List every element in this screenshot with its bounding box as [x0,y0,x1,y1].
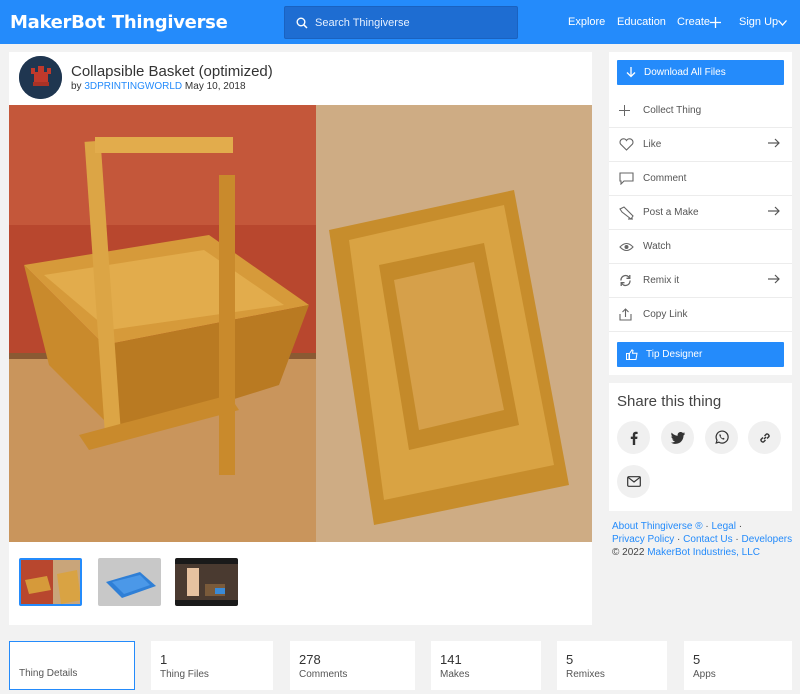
email-icon [626,476,641,487]
nav-create-label: Create [677,16,711,28]
post-a-make-button[interactable]: Post a Make [609,196,792,230]
developers-link[interactable]: Developers [742,534,793,545]
privacy-link[interactable]: Privacy Policy [612,534,674,545]
watch-button[interactable]: Watch [609,230,792,264]
search-icon [296,17,308,29]
whatsapp-icon [715,430,729,444]
twitter-icon [670,431,685,444]
arrow-right-icon[interactable] [768,274,780,284]
footer-separator: · [738,521,743,532]
tab-count: 278 [299,652,321,667]
download-all-files-button[interactable]: Download All Files [617,60,784,85]
tab-thing-files[interactable]: 1 Thing Files [151,641,273,690]
tab-makes[interactable]: 141 Makes [431,641,541,690]
thing-main-card: Collapsible Basket (optimized) by 3DPRIN… [9,52,592,625]
download-label: Download All Files [644,67,726,78]
like-button[interactable]: Like [609,128,792,162]
by-prefix: by [71,81,82,92]
footer-links: About Thingiverse ® · Legal · Privacy Po… [612,520,797,559]
footer-separator: · [705,521,709,532]
thing-actions-panel: Download All Files Collect Thing Like Co… [609,52,792,375]
tab-count: 1 [160,652,168,667]
designer-avatar[interactable] [19,56,62,99]
thing-title: Collapsible Basket (optimized) [71,63,273,80]
tab-count: 5 [693,652,701,667]
heart-icon [619,138,634,151]
arrow-right-icon[interactable] [768,138,780,148]
thing-byline: by 3DPRINTINGWORLD May 10, 2018 [71,81,246,92]
copyright-text: © 2022 [612,547,645,558]
thumbnail-3[interactable] [175,558,238,606]
email-share-button[interactable] [617,465,650,498]
share-panel: Share this thing [609,383,792,511]
facebook-share-button[interactable] [617,421,650,454]
plus-icon[interactable] [710,17,721,28]
nav-signup[interactable]: Sign Up [739,16,778,28]
watch-label: Watch [643,241,671,252]
logo-product: Thingiverse [111,11,228,33]
legal-link[interactable]: Legal [711,521,735,532]
makerbot-thingiverse-logo[interactable]: MakerBot Thingiverse [10,9,228,35]
search-box[interactable] [284,6,518,39]
copy-link-button[interactable]: Copy Link [609,298,792,332]
comment-label: Comment [643,173,687,184]
tip-designer-button[interactable]: Tip Designer [617,342,784,367]
like-label: Like [643,139,662,150]
make-icon [619,205,634,220]
about-link[interactable]: About Thingiverse ® [612,521,703,532]
nav-education[interactable]: Education [617,16,666,28]
copy-link-share-button[interactable] [748,421,781,454]
nav-explore[interactable]: Explore [568,16,605,28]
tab-label: Comments [299,669,348,680]
collect-thing-button[interactable]: Collect Thing [609,94,792,128]
link-icon [759,432,770,443]
tab-comments[interactable]: 278 Comments [290,641,415,690]
remix-label: Remix it [643,275,680,286]
remix-icon [620,274,631,287]
thumbs-up-icon [626,349,638,360]
tab-count: 5 [566,652,574,667]
plus-icon [619,105,630,116]
eye-icon [619,242,634,251]
tab-label: Thing Details [19,668,78,679]
tab-label: Remixes [566,669,605,680]
arrow-right-icon[interactable] [768,206,780,216]
remix-button[interactable]: Remix it [609,264,792,298]
footer-separator: · [677,534,681,545]
post-make-label: Post a Make [643,207,699,218]
tab-label: Makes [440,669,470,680]
twitter-share-button[interactable] [661,421,694,454]
comment-button[interactable]: Comment [609,162,792,196]
collect-label: Collect Thing [643,105,702,116]
thumbnail-1[interactable] [19,558,82,606]
share-title: Share this thing [617,393,722,410]
tab-thing-details[interactable]: Thing Details [9,641,135,690]
comment-icon [619,172,634,185]
share-upload-icon [619,308,632,321]
nav-create[interactable]: Create [677,16,710,28]
tip-designer-label: Tip Designer [646,349,703,360]
author-link[interactable]: 3DPRINTINGWORLD [84,81,182,92]
thumbnail-2[interactable] [98,558,161,606]
search-input[interactable] [315,16,505,29]
download-icon [626,67,636,78]
whatsapp-share-button[interactable] [705,421,738,454]
footer-separator: · [735,534,739,545]
top-navbar: MakerBot Thingiverse Explore Education C… [0,0,800,44]
facebook-icon [630,431,638,445]
tab-remixes[interactable]: 5 Remixes [557,641,667,690]
tab-apps[interactable]: 5 Apps [684,641,792,690]
company-link[interactable]: MakerBot Industries, LLC [647,547,760,558]
contact-link[interactable]: Contact Us [683,534,732,545]
tab-label: Thing Files [160,669,209,680]
tab-label: Apps [693,669,716,680]
chevron-down-icon[interactable] [778,20,787,26]
publish-date: May 10, 2018 [184,81,246,92]
thing-main-photo[interactable] [9,105,592,542]
copy-link-label: Copy Link [643,309,688,320]
logo-brand: MakerBot [10,11,105,33]
tab-count: 141 [440,652,462,667]
